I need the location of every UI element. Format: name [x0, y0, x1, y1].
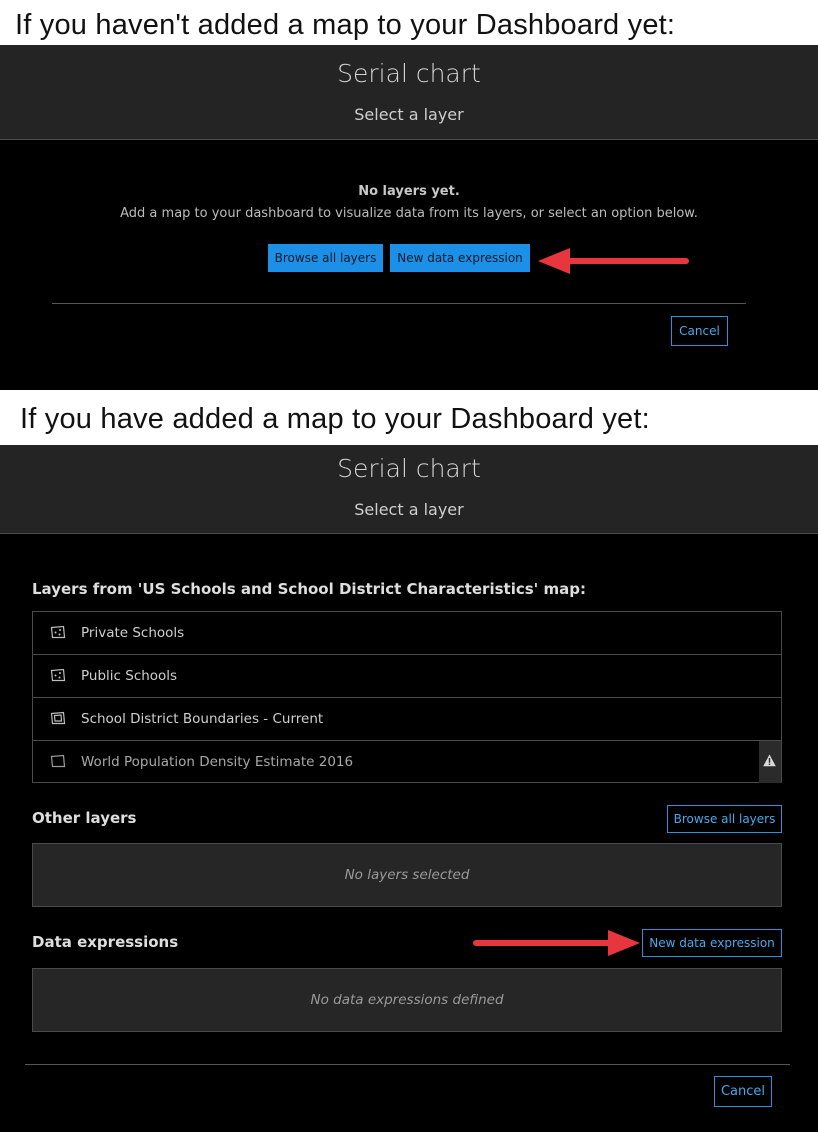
- point-layer-icon: [50, 625, 66, 639]
- red-arrow-icon: [538, 248, 689, 274]
- dialog-subtitle: Select a layer: [354, 105, 464, 124]
- data-expressions-empty: No data expressions defined: [32, 968, 782, 1032]
- point-layer-icon: [50, 668, 66, 682]
- layer-label: School District Boundaries - Current: [81, 711, 324, 727]
- layer-label: Public Schools: [81, 668, 178, 684]
- layer-item-school-district-boundaries[interactable]: School District Boundaries - Current: [33, 698, 781, 741]
- layer-item-public-schools[interactable]: Public Schools: [33, 655, 781, 698]
- browse-all-layers-button[interactable]: Browse all layers: [667, 805, 782, 833]
- dialog-title: Serial chart: [337, 59, 481, 88]
- map-layer-list: Private Schools Public Schools School Di…: [32, 611, 782, 783]
- layer-item-private-schools[interactable]: Private Schools: [33, 612, 781, 655]
- layer-label: Private Schools: [81, 625, 185, 641]
- other-layers-heading: Other layers: [32, 809, 137, 827]
- dialog-title: Serial chart: [337, 454, 481, 483]
- browse-all-layers-button[interactable]: Browse all layers: [268, 244, 383, 272]
- red-arrow-icon: [473, 930, 640, 956]
- warning-icon: [763, 754, 776, 767]
- no-layers-description: Add a map to your dashboard to visualize…: [120, 206, 698, 221]
- cancel-button[interactable]: Cancel: [714, 1076, 772, 1107]
- map-layers-heading: Layers from 'US Schools and School Distr…: [32, 580, 586, 598]
- dialog-header: Serial chart Select a layer: [0, 45, 818, 140]
- new-data-expression-button[interactable]: New data expression: [642, 929, 782, 957]
- dialog-subtitle: Select a layer: [354, 500, 464, 519]
- tile-layer-icon: [50, 754, 66, 768]
- layer-label: World Population Density Estimate 2016: [81, 754, 354, 770]
- serial-chart-dialog-with-map: Serial chart Select a layer Layers from …: [0, 445, 818, 1132]
- dialog-divider: [52, 303, 746, 304]
- warning-indicator: [759, 741, 781, 783]
- data-expressions-heading: Data expressions: [32, 933, 179, 951]
- no-layers-title: No layers yet.: [358, 184, 460, 199]
- cancel-button[interactable]: Cancel: [671, 316, 728, 346]
- caption-no-map: If you haven't added a map to your Dashb…: [15, 9, 676, 41]
- layer-item-world-population-density[interactable]: World Population Density Estimate 2016: [33, 741, 781, 784]
- new-data-expression-button[interactable]: New data expression: [390, 244, 530, 272]
- polygon-layer-icon: [50, 711, 66, 725]
- caption-with-map: If you have added a map to your Dashboar…: [20, 403, 650, 435]
- dialog-divider: [25, 1064, 790, 1065]
- other-layers-empty: No layers selected: [32, 843, 782, 907]
- serial-chart-dialog-empty: Serial chart Select a layer No layers ye…: [0, 45, 818, 390]
- dialog-header: Serial chart Select a layer: [0, 445, 818, 534]
